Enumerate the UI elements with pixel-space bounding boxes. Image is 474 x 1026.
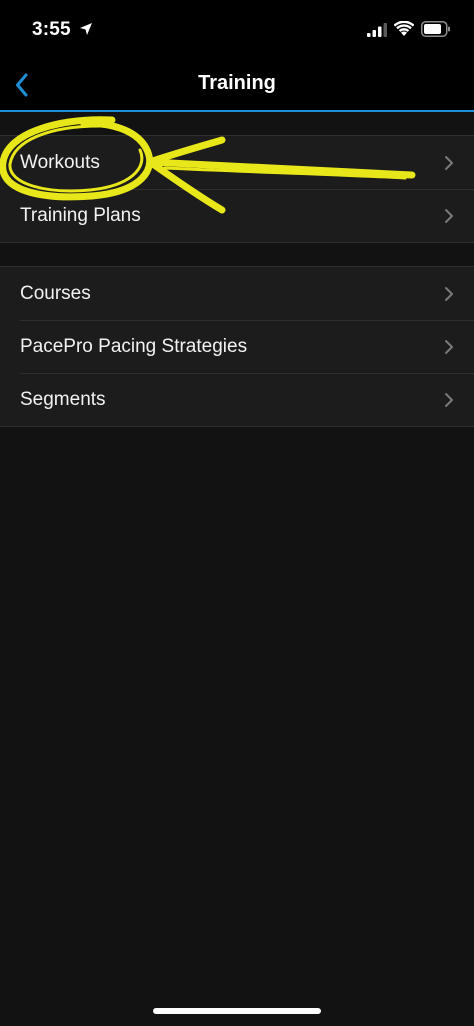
nav-bar: Training: [0, 60, 474, 112]
cellular-signal-icon: [367, 23, 387, 37]
list-item-label: Segments: [20, 389, 106, 410]
battery-icon: [421, 21, 450, 37]
home-indicator[interactable]: [153, 1008, 321, 1014]
menu-group-primary: Workouts Training Plans: [0, 135, 474, 243]
list-item-label: Courses: [20, 283, 91, 304]
chevron-right-icon: [445, 156, 453, 170]
list-item-segments[interactable]: Segments: [0, 373, 474, 426]
list-item-label: Training Plans: [20, 205, 141, 226]
list-item-pacepro-pacing-strategies[interactable]: PacePro Pacing Strategies: [0, 320, 474, 373]
chevron-right-icon: [445, 393, 453, 407]
status-time: 3:55: [32, 19, 71, 40]
chevron-right-icon: [445, 287, 453, 301]
chevron-right-icon: [445, 209, 453, 223]
status-bar: 3:55: [0, 0, 474, 60]
list-item-label: Workouts: [20, 152, 100, 173]
page-title: Training: [198, 72, 276, 94]
menu-group-secondary: Courses PacePro Pacing Strategies Segmen…: [0, 266, 474, 427]
wifi-icon: [394, 21, 414, 36]
list-item-training-plans[interactable]: Training Plans: [0, 189, 474, 242]
list-item-courses[interactable]: Courses: [0, 267, 474, 320]
chevron-right-icon: [445, 340, 453, 354]
list-item-workouts[interactable]: Workouts: [0, 136, 474, 189]
location-arrow-icon: [80, 23, 92, 35]
list-item-label: PacePro Pacing Strategies: [20, 336, 248, 357]
